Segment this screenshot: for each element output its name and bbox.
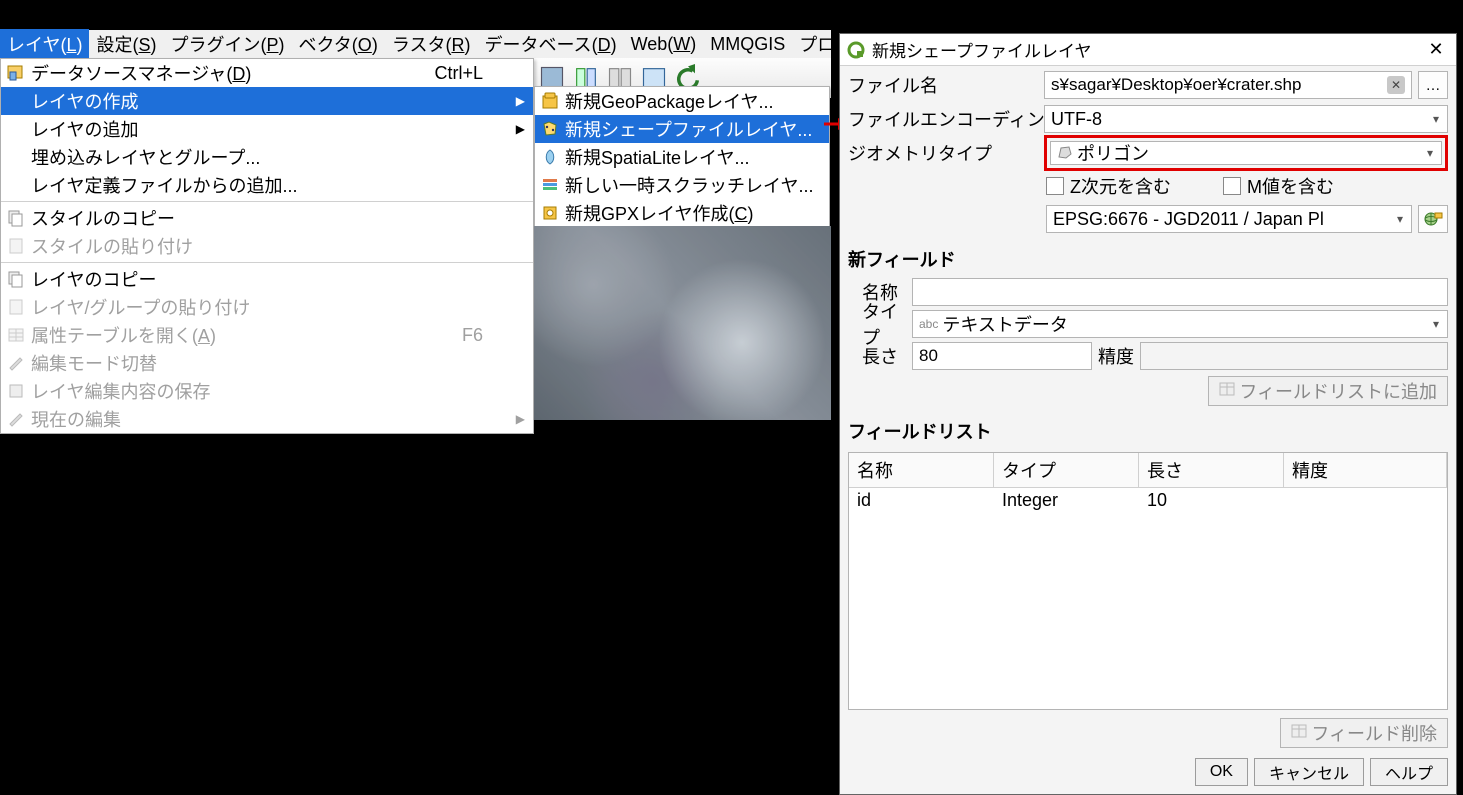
new-field-section-label: 新フィールド: [848, 246, 1448, 272]
crs-picker-button[interactable]: [1418, 205, 1448, 233]
menu-settings[interactable]: 設定(S): [89, 29, 163, 59]
menuitem-create-layer[interactable]: レイヤの作成 ▶: [1, 87, 533, 115]
cancel-button[interactable]: キャンセル: [1254, 758, 1364, 786]
qgis-icon: [846, 40, 866, 60]
submenu-new-spatialite[interactable]: 新規SpatiaLiteレイヤ...: [535, 143, 829, 171]
database-icon: [5, 62, 27, 84]
menuitem-add-def-file[interactable]: レイヤ定義ファイルからの追加...: [1, 171, 533, 199]
col-header-type[interactable]: タイプ: [994, 453, 1139, 487]
menu-layer[interactable]: レイヤ(L): [0, 29, 89, 59]
submenu-new-geopackage[interactable]: 新規GeoPackageレイヤ...: [535, 87, 829, 115]
geometry-type-label: ジオメトリタイプ: [848, 140, 1038, 166]
menuitem-embed-layer[interactable]: 埋め込みレイヤとグループ...: [1, 143, 533, 171]
menu-vector[interactable]: ベクタ(O): [292, 29, 385, 59]
copy-icon: [5, 268, 27, 290]
z-dimension-checkbox[interactable]: [1046, 177, 1064, 195]
chevron-right-icon: ▶: [516, 122, 525, 136]
field-precision-input[interactable]: [1140, 342, 1448, 370]
menuitem-open-attr-table: 属性テーブルを開く(A) F6: [1, 321, 533, 349]
field-length-input[interactable]: [912, 342, 1092, 370]
new-shapefile-dialog: 新規シェープファイルレイヤ ✕ ファイル名 s¥sagar¥Desktop¥oe…: [839, 33, 1457, 795]
menuitem-save-edits: レイヤ編集内容の保存: [1, 377, 533, 405]
remove-field-icon: [1291, 723, 1307, 744]
browse-button[interactable]: …: [1418, 71, 1448, 99]
menubar: レイヤ(L) 設定(S) プラグイン(P) ベクタ(O) ラスタ(R) データベ…: [0, 30, 831, 58]
menu-database[interactable]: データベース(D): [477, 29, 623, 59]
shapefile-icon: [539, 118, 561, 140]
close-button[interactable]: ✕: [1416, 34, 1456, 65]
menu-processing[interactable]: プロ: [792, 29, 842, 59]
layer-dropdown: データソースマネージャ(D) Ctrl+L レイヤの作成 ▶ レイヤの追加 ▶ …: [0, 58, 534, 434]
m-value-checkbox[interactable]: [1223, 177, 1241, 195]
field-list-section-label: フィールドリスト: [848, 418, 1448, 444]
menuitem-toggle-edit: 編集モード切替: [1, 349, 533, 377]
geopackage-icon: [539, 90, 561, 112]
encoding-label: ファイルエンコーディング: [848, 106, 1038, 132]
dialog-title: 新規シェープファイルレイヤ: [872, 37, 1416, 62]
menu-plugins[interactable]: プラグイン(P): [164, 29, 292, 59]
table-icon: [5, 324, 27, 346]
dialog-titlebar[interactable]: 新規シェープファイルレイヤ ✕: [840, 34, 1456, 66]
menuitem-copy-layer[interactable]: レイヤのコピー: [1, 265, 533, 293]
gpx-icon: [539, 202, 561, 224]
geometry-type-select[interactable]: ポリゴン: [1050, 141, 1442, 165]
field-type-select[interactable]: abc テキストデータ: [912, 310, 1448, 338]
menuitem-data-source-manager[interactable]: データソースマネージャ(D) Ctrl+L: [1, 59, 533, 87]
field-precision-label: 精度: [1098, 343, 1134, 369]
remove-field-button[interactable]: フィールド削除: [1280, 718, 1448, 748]
col-header-name[interactable]: 名称: [849, 453, 994, 487]
map-canvas[interactable]: [534, 226, 831, 420]
field-list-row[interactable]: id Integer 10: [849, 488, 1447, 513]
crs-select[interactable]: EPSG:6676 - JGD2011 / Japan Pl: [1046, 205, 1412, 233]
paste-icon: [5, 235, 27, 257]
clear-icon[interactable]: ✕: [1387, 76, 1405, 94]
menuitem-add-layer[interactable]: レイヤの追加 ▶: [1, 115, 533, 143]
pencil-icon: [5, 352, 27, 374]
m-value-label: M値を含む: [1247, 173, 1334, 199]
field-length-label: 長さ: [862, 343, 906, 369]
scratch-layer-icon: [539, 174, 561, 196]
spatialite-icon: [539, 146, 561, 168]
chevron-right-icon: ▶: [516, 412, 525, 426]
submenu-new-scratch[interactable]: 新しい一時スクラッチレイヤ...: [535, 171, 829, 199]
submenu-new-shapefile[interactable]: 新規シェープファイルレイヤ...: [535, 115, 829, 143]
menu-mmqgis[interactable]: MMQGIS: [703, 32, 792, 57]
menuitem-current-edits: 現在の編集 ▶: [1, 405, 533, 433]
field-name-input[interactable]: [912, 278, 1448, 306]
menuitem-paste-style: スタイルの貼り付け: [1, 232, 533, 260]
create-layer-submenu: 新規GeoPackageレイヤ... 新規シェープファイルレイヤ... 新規Sp…: [534, 86, 830, 228]
chevron-right-icon: ▶: [516, 94, 525, 108]
add-field-icon: [1219, 381, 1235, 402]
menu-web[interactable]: Web(W): [624, 32, 704, 57]
field-list-header: 名称 タイプ 長さ 精度: [849, 453, 1447, 488]
menuitem-copy-style[interactable]: スタイルのコピー: [1, 204, 533, 232]
ok-button[interactable]: OK: [1195, 758, 1248, 786]
add-to-field-list-button[interactable]: フィールドリストに追加: [1208, 376, 1448, 406]
menuitem-paste-layer: レイヤ/グループの貼り付け: [1, 293, 533, 321]
field-list-table[interactable]: 名称 タイプ 長さ 精度 id Integer 10: [848, 452, 1448, 710]
menu-raster[interactable]: ラスタ(R): [385, 29, 478, 59]
save-icon: [5, 380, 27, 402]
z-dimension-label: Z次元を含む: [1070, 173, 1171, 199]
copy-icon: [5, 207, 27, 229]
col-header-length[interactable]: 長さ: [1139, 453, 1284, 487]
polygon-icon: [1057, 143, 1073, 164]
pencil-icon: [5, 408, 27, 430]
col-header-precision[interactable]: 精度: [1284, 453, 1447, 487]
submenu-new-gpx[interactable]: 新規GPXレイヤ作成(C): [535, 199, 829, 227]
help-button[interactable]: ヘルプ: [1370, 758, 1448, 786]
filename-input[interactable]: s¥sagar¥Desktop¥oer¥crater.shp ✕: [1044, 71, 1412, 99]
encoding-select[interactable]: UTF-8: [1044, 105, 1448, 133]
filename-label: ファイル名: [848, 72, 1038, 98]
paste-icon: [5, 296, 27, 318]
